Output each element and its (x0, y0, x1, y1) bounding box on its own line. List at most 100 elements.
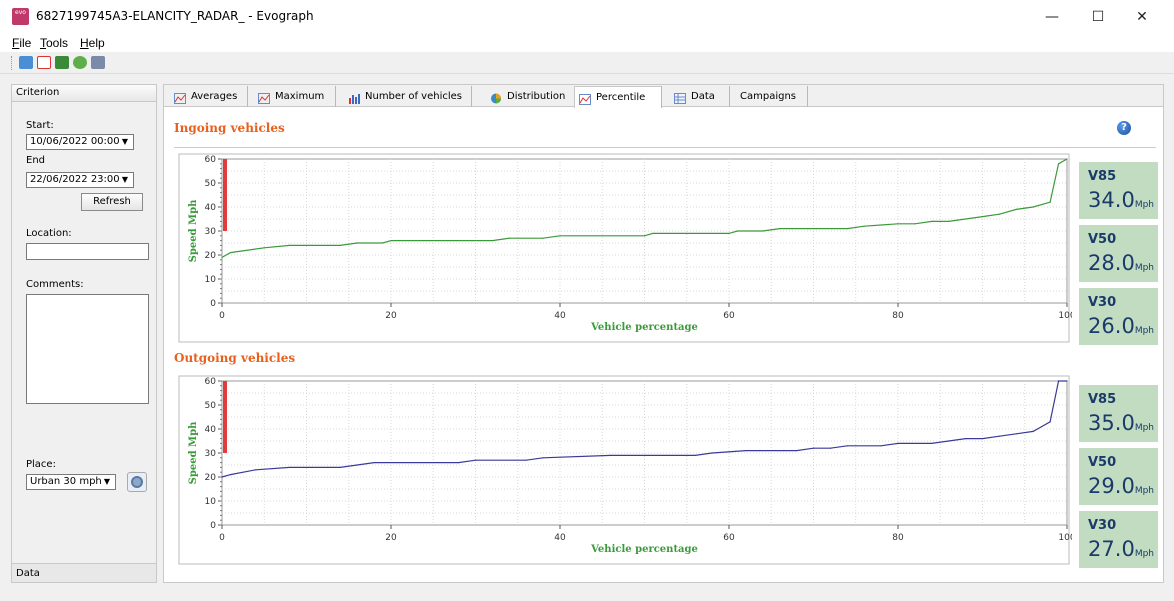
y-tick-label: 50 (205, 179, 217, 189)
toolbar (0, 53, 1174, 74)
x-tick-label: 100 (1058, 311, 1072, 321)
place-value: Urban 30 mph (30, 476, 102, 487)
menu-tools[interactable]: Tools (40, 36, 68, 50)
app-window: evo 6827199745A3-ELANCITY_RADAR_ - Evogr… (0, 0, 1174, 601)
tab-distribution[interactable]: Distribution (486, 86, 570, 107)
data-point (948, 440, 950, 442)
data-point (229, 474, 232, 476)
ingoing-chart: 0 10 20 30 40 50 60 0 20 40 60 80 100 Vehicle percent… (167, 153, 1076, 345)
comments-label: Comments: (26, 279, 84, 290)
data-point (458, 462, 460, 464)
data-point (652, 232, 654, 234)
x-tick-label: 80 (892, 533, 904, 543)
x-tick-label: 80 (892, 311, 904, 321)
start-date-select[interactable]: 10/06/2022 00:00 ▼ (26, 134, 134, 150)
close-button[interactable]: ✕ (1120, 4, 1164, 30)
tab-number-of-vehicles[interactable]: Number of vehicles (344, 86, 472, 107)
tab-bar: Averages Maximum Number of vehicles Dist… (164, 85, 1163, 108)
data-point (1032, 206, 1034, 208)
data-point (474, 459, 477, 461)
y-tick-label: 50 (205, 401, 217, 411)
refresh-button[interactable]: Refresh (81, 193, 143, 211)
chevron-down-icon: ▼ (121, 137, 129, 146)
y-tick-label: 0 (210, 299, 216, 309)
tab-label: Distribution (507, 91, 566, 102)
stat-label: V85 (1088, 392, 1117, 407)
tab-percentile[interactable]: Percentile (574, 86, 662, 108)
data-point (948, 220, 950, 222)
stat-value: 27.0Mph (1088, 537, 1154, 561)
outgoing-title: Outgoing vehicles (174, 351, 296, 365)
tab-maximum[interactable]: Maximum (254, 86, 336, 107)
comments-textarea[interactable] (26, 294, 149, 404)
menu-help[interactable]: Help (80, 36, 105, 50)
data-point (1032, 430, 1034, 432)
title-bar: evo 6827199745A3-ELANCITY_RADAR_ - Evogr… (0, 0, 1174, 34)
x-tick-label: 20 (385, 311, 397, 321)
data-point (610, 454, 612, 456)
data-point (508, 237, 510, 239)
start-label: Start: (26, 120, 54, 131)
data-point (289, 244, 291, 246)
outgoing-chart-svg: 0 10 20 30 40 50 60 0 20 40 60 80 100 Vehicle percent… (178, 375, 1076, 565)
data-point (998, 213, 1001, 215)
data-point (1049, 421, 1051, 423)
y-tick-label: 20 (205, 473, 217, 483)
end-label: End (26, 155, 46, 166)
ingoing-chart-svg: 0 10 20 30 40 50 60 0 20 40 60 80 100 Vehicle percent… (178, 153, 1076, 343)
data-point (542, 457, 544, 459)
data-point (897, 442, 899, 444)
window-title: 6827199745A3-ELANCITY_RADAR_ - Evograph (36, 9, 314, 23)
bar-chart-icon (348, 91, 360, 104)
data-point (931, 442, 933, 444)
image-export-icon[interactable] (55, 56, 69, 69)
tab-data[interactable]: Data (670, 86, 730, 107)
data-point (390, 240, 392, 242)
data-point (846, 228, 848, 230)
y-axis-label: Speed Mph (188, 421, 199, 484)
data-point (694, 454, 696, 456)
speed-limit-band (223, 381, 227, 453)
help-icon[interactable]: ? (1117, 121, 1131, 135)
print-icon[interactable] (91, 56, 105, 69)
stat-value: 34.0Mph (1088, 188, 1154, 212)
table-icon (674, 91, 686, 104)
end-date-value: 22/06/2022 23:00 (30, 174, 120, 185)
y-tick-label: 60 (205, 155, 217, 165)
data-point (965, 438, 967, 440)
end-date-select[interactable]: 22/06/2022 23:00 ▼ (26, 172, 134, 188)
refresh-icon[interactable] (73, 56, 87, 69)
data-point (779, 228, 781, 230)
location-input[interactable] (26, 243, 149, 260)
data-point (1066, 158, 1068, 160)
y-tick-label: 30 (205, 227, 217, 237)
x-tick-label: 100 (1058, 533, 1072, 543)
y-tick-label: 10 (205, 497, 217, 507)
menu-file[interactable]: File (12, 36, 31, 50)
main-panel: Averages Maximum Number of vehicles Dist… (163, 84, 1164, 583)
stat-value: 28.0Mph (1088, 251, 1154, 275)
stat-label: V50 (1088, 455, 1117, 470)
chevron-down-icon: ▼ (121, 175, 129, 184)
y-tick-label: 20 (205, 251, 217, 261)
place-settings-button[interactable] (127, 472, 147, 492)
location-label: Location: (26, 228, 72, 239)
outgoing-chart: 0 10 20 30 40 50 60 0 20 40 60 80 100 Vehicle percent… (167, 375, 1076, 567)
tab-averages[interactable]: Averages (170, 86, 248, 107)
criterion-panel: Criterion Start: 10/06/2022 00:00 ▼ End … (11, 84, 157, 583)
stat-value: 35.0Mph (1088, 411, 1154, 435)
tab-campaigns[interactable]: Campaigns (736, 86, 808, 107)
x-axis-label: Vehicle percentage (590, 544, 698, 555)
minimize-button[interactable]: — (1030, 4, 1074, 30)
data-point (812, 447, 815, 449)
place-select[interactable]: Urban 30 mph ▼ (26, 474, 116, 490)
stat-label: V30 (1088, 518, 1117, 533)
maximize-button[interactable]: ☐ (1076, 4, 1120, 30)
data-point (897, 223, 899, 225)
pdf-icon[interactable] (37, 56, 51, 69)
data-point (863, 225, 865, 227)
y-tick-label: 40 (205, 203, 217, 213)
data-point (1066, 380, 1068, 382)
folder-open-icon[interactable] (19, 56, 33, 69)
tab-label: Campaigns (740, 91, 797, 102)
